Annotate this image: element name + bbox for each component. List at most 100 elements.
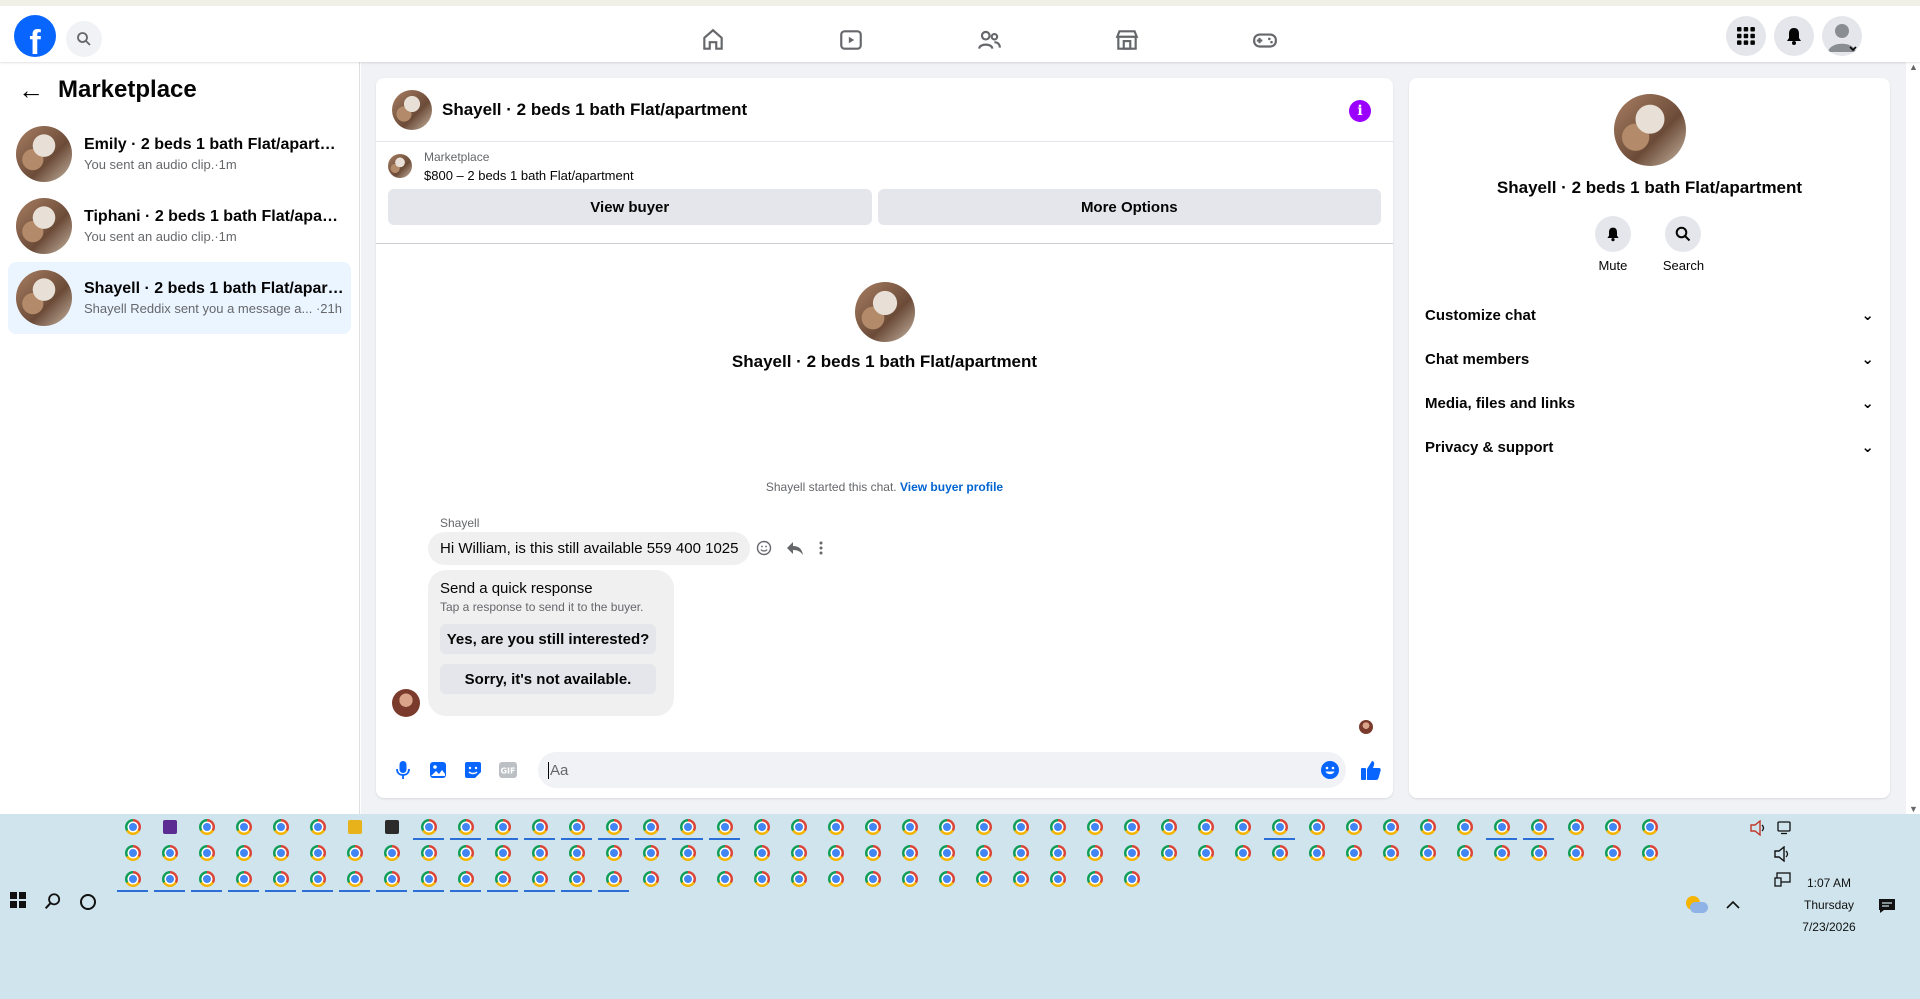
taskbar-app-button[interactable] [1039, 840, 1076, 866]
taskbar-app-button[interactable] [780, 814, 817, 840]
taskbar-app-button[interactable] [1372, 814, 1409, 840]
taskbar-app-button[interactable] [114, 866, 151, 892]
taskbar-app-button[interactable] [262, 814, 299, 840]
avatar[interactable] [854, 282, 915, 342]
taskbar-app-button[interactable] [817, 866, 854, 892]
taskbar-app-button[interactable] [965, 840, 1002, 866]
quick-response-yes-button[interactable]: Yes, are you still interested? [440, 624, 656, 654]
taskbar-app-button[interactable] [1483, 814, 1520, 840]
taskbar-app-button[interactable] [558, 866, 595, 892]
taskbar-app-button[interactable] [447, 840, 484, 866]
taskbar-app-button[interactable] [1446, 814, 1483, 840]
taskbar-app-button[interactable] [965, 866, 1002, 892]
taskbar-app-button[interactable] [225, 814, 262, 840]
taskbar-app-button[interactable] [854, 840, 891, 866]
taskbar-app-button[interactable] [854, 866, 891, 892]
chat-title[interactable]: Shayell · 2 beds 1 bath Flat/apartment [442, 100, 747, 120]
taskbar-app-button[interactable] [1113, 814, 1150, 840]
more-vertical-icon[interactable] [818, 540, 824, 556]
taskbar-app-button[interactable] [114, 814, 151, 840]
meet-now-icon[interactable] [1776, 821, 1792, 835]
taskbar-app-button[interactable] [1150, 840, 1187, 866]
taskbar-app-button[interactable] [1446, 840, 1483, 866]
taskbar-app-button[interactable] [706, 840, 743, 866]
sender-avatar[interactable] [392, 689, 420, 717]
taskbar-app-button[interactable] [1076, 866, 1113, 892]
taskbar-app-button[interactable] [1076, 814, 1113, 840]
taskbar-app-button[interactable] [447, 866, 484, 892]
task-view-icon[interactable] [80, 894, 96, 910]
weather-icon[interactable] [1684, 896, 1708, 916]
taskbar-app-button[interactable] [817, 814, 854, 840]
conversation-item-shayell[interactable]: Shayell · 2 beds 1 bath Flat/apartm... S… [8, 262, 351, 334]
taskbar-app-button[interactable] [151, 814, 188, 840]
facebook-logo[interactable]: f [14, 15, 56, 57]
taskbar-app-button[interactable] [1002, 814, 1039, 840]
taskbar-app-button[interactable] [299, 866, 336, 892]
taskbar-app-button[interactable] [1076, 840, 1113, 866]
taskbar-app-button[interactable] [1224, 814, 1261, 840]
taskbar-app-button[interactable] [1409, 840, 1446, 866]
mute-button[interactable]: Mute [1594, 216, 1631, 273]
taskbar-app-button[interactable] [854, 814, 891, 840]
taskbar-app-button[interactable] [521, 840, 558, 866]
taskbar-app-button[interactable] [262, 866, 299, 892]
taskbar-search-icon[interactable] [44, 892, 62, 910]
taskbar-app-button[interactable] [1187, 840, 1224, 866]
taskbar-app-button[interactable] [928, 866, 965, 892]
taskbar-app-button[interactable] [743, 866, 780, 892]
show-hidden-icons-chevron-up-icon[interactable] [1726, 900, 1740, 910]
taskbar-app-button[interactable] [1113, 866, 1150, 892]
like-send-button[interactable] [1358, 757, 1384, 783]
nav-home[interactable] [644, 20, 782, 60]
view-buyer-profile-link[interactable]: View buyer profile [900, 480, 1003, 494]
taskbar-app-button[interactable] [373, 814, 410, 840]
taskbar-app-button[interactable] [521, 866, 558, 892]
taskbar-app-button[interactable] [1520, 814, 1557, 840]
attach-photo-button[interactable] [425, 757, 451, 783]
taskbar-app-button[interactable] [225, 840, 262, 866]
nav-marketplace[interactable] [1058, 20, 1196, 60]
taskbar-app-button[interactable] [1335, 814, 1372, 840]
listing-thumbnail[interactable] [388, 154, 412, 178]
taskbar-app-button[interactable] [484, 814, 521, 840]
taskbar-app-button[interactable] [780, 840, 817, 866]
info-icon[interactable]: i [1349, 100, 1371, 122]
taskbar-app-button[interactable] [1483, 840, 1520, 866]
taskbar-app-button[interactable] [1298, 840, 1335, 866]
back-arrow-icon[interactable]: ← [18, 75, 44, 106]
taskbar-app-button[interactable] [1039, 814, 1076, 840]
taskbar-app-button[interactable] [780, 866, 817, 892]
taskbar-app-button[interactable] [188, 840, 225, 866]
taskbar-app-button[interactable] [484, 840, 521, 866]
taskbar-app-button[interactable] [1150, 814, 1187, 840]
taskbar-app-button[interactable] [706, 814, 743, 840]
page-scrollbar[interactable]: ▲ ▼ [1906, 62, 1920, 814]
search-button[interactable] [66, 21, 102, 57]
taskbar-app-button[interactable] [299, 840, 336, 866]
speaker-icon[interactable] [1750, 820, 1768, 836]
taskbar-app-button[interactable] [1224, 840, 1261, 866]
taskbar-app-button[interactable] [410, 814, 447, 840]
taskbar-app-button[interactable] [1631, 814, 1668, 840]
account-button[interactable] [1822, 16, 1862, 56]
taskbar-app-button[interactable] [447, 814, 484, 840]
taskbar-app-button[interactable] [521, 814, 558, 840]
scroll-down-icon[interactable]: ▼ [1909, 804, 1918, 814]
taskbar-app-button[interactable] [1261, 840, 1298, 866]
section-customize-chat[interactable]: Customize chat ⌄ [1409, 293, 1890, 337]
taskbar-app-button[interactable] [595, 814, 632, 840]
taskbar-app-button[interactable] [151, 840, 188, 866]
taskbar-app-button[interactable] [743, 840, 780, 866]
taskbar-app-button[interactable] [965, 814, 1002, 840]
taskbar-app-button[interactable] [632, 840, 669, 866]
taskbar-app-button[interactable] [336, 866, 373, 892]
windows-start-icon[interactable] [10, 892, 26, 908]
taskbar-app-button[interactable] [1557, 814, 1594, 840]
taskbar-app-button[interactable] [928, 840, 965, 866]
taskbar-app-button[interactable] [336, 840, 373, 866]
taskbar-app-button[interactable] [1409, 814, 1446, 840]
taskbar-app-button[interactable] [1187, 814, 1224, 840]
message-input[interactable]: Aa [538, 752, 1346, 788]
taskbar-app-button[interactable] [188, 814, 225, 840]
